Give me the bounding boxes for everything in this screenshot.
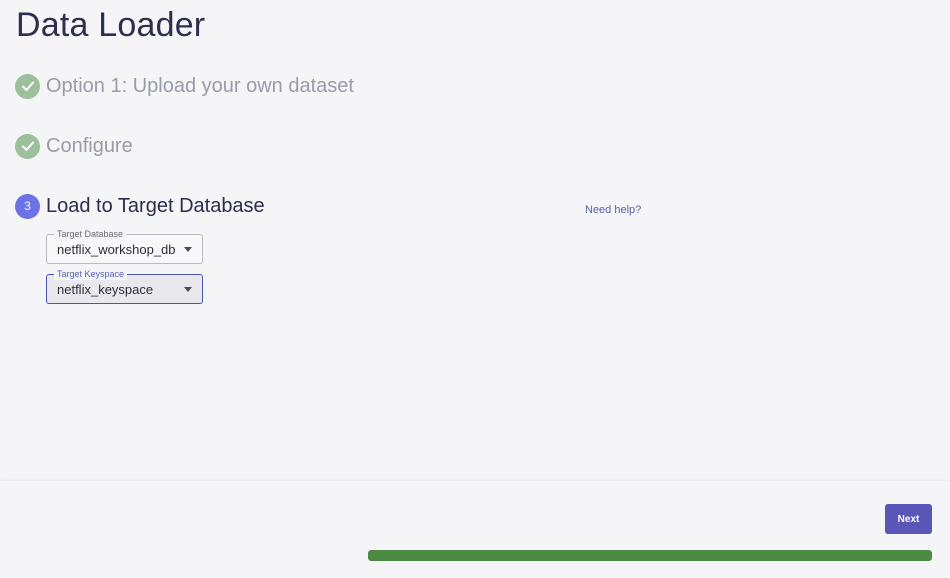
step-number-badge: 3 xyxy=(15,193,40,219)
check-icon xyxy=(15,73,40,99)
target-database-label: Target Database xyxy=(54,228,127,240)
target-keyspace-label: Target Keyspace xyxy=(54,268,128,280)
target-database-select[interactable]: Target Database netflix_workshop_db xyxy=(46,228,203,264)
dropdown-arrow-icon xyxy=(184,247,192,252)
progress-bar-fill xyxy=(368,550,932,561)
step-label: Load to Target Database xyxy=(46,194,265,217)
need-help-link[interactable]: Need help? xyxy=(585,204,641,216)
page-title: Data Loader xyxy=(16,6,206,44)
step-label: Configure xyxy=(46,134,133,157)
step-upload-dataset: Option 1: Upload your own dataset xyxy=(15,73,354,99)
next-button[interactable]: Next xyxy=(885,504,932,534)
step-load-target-database: 3 Load to Target Database xyxy=(15,193,265,219)
step-label: Option 1: Upload your own dataset xyxy=(46,74,354,97)
progress-bar xyxy=(368,550,932,561)
target-keyspace-select[interactable]: Target Keyspace netflix_keyspace xyxy=(46,268,203,304)
dropdown-arrow-icon xyxy=(184,287,192,292)
target-database-value: netflix_workshop_db xyxy=(57,242,176,257)
step-configure: Configure xyxy=(15,133,133,159)
data-loader-page: Data Loader Option 1: Upload your own da… xyxy=(0,0,950,578)
wizard-footer xyxy=(0,480,950,578)
target-keyspace-value: netflix_keyspace xyxy=(57,282,154,297)
check-icon xyxy=(15,133,40,159)
